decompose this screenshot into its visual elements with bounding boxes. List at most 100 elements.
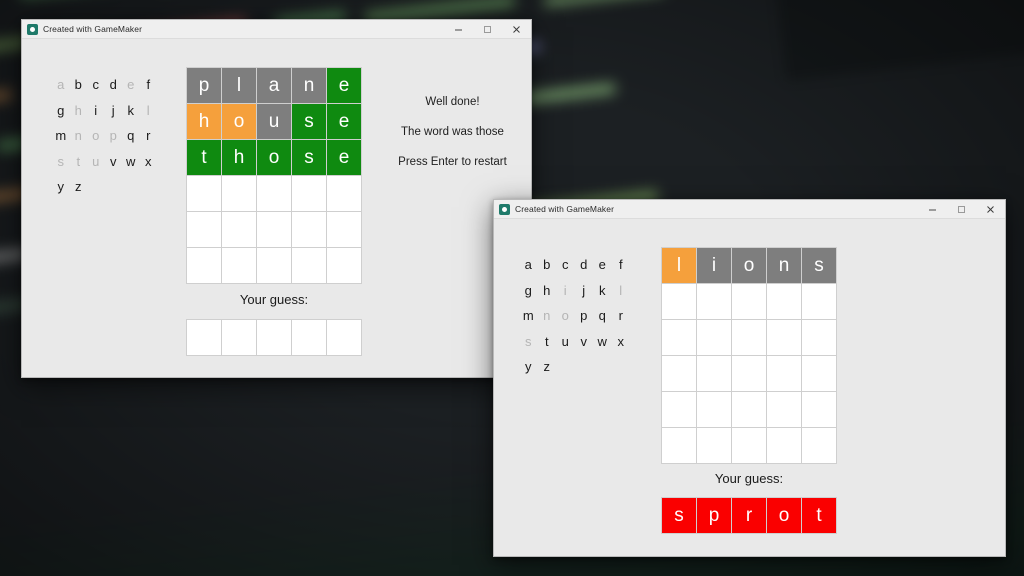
guess-tile-empty[interactable] xyxy=(187,320,221,355)
game-window-1[interactable]: Created with GameMaker abcdefghijklmnopq… xyxy=(21,19,532,378)
letter-tile-empty xyxy=(292,212,326,247)
alphabet-letter-t: t xyxy=(544,333,549,349)
guess-tile-empty[interactable] xyxy=(292,320,326,355)
alphabet-letter-s: s xyxy=(525,333,532,349)
alphabet-letter-f: f xyxy=(618,257,623,273)
alphabet-letter-z: z xyxy=(543,359,551,375)
letter-tile-empty xyxy=(732,320,766,355)
letter-tile-empty xyxy=(732,392,766,427)
letter-tile-absent: s xyxy=(802,248,836,283)
window1-title: Created with GameMaker xyxy=(43,24,143,34)
window1-alphabet: abcdefghijklmnopqrstuvwxyz xyxy=(52,72,157,200)
guess-tile-invalid[interactable]: r xyxy=(732,498,766,533)
letter-tile-correct: e xyxy=(327,104,361,139)
alphabet-letter-f: f xyxy=(146,77,151,93)
alphabet-letter-c: c xyxy=(562,257,569,273)
letter-tile-empty xyxy=(257,176,291,211)
letter-tile-empty xyxy=(767,320,801,355)
window1-close-button[interactable] xyxy=(502,20,531,38)
alphabet-letter-z: z xyxy=(75,179,82,195)
alphabet-letter-r: r xyxy=(618,308,623,324)
letter-tile-empty xyxy=(767,356,801,391)
letter-tile-absent: p xyxy=(187,68,221,103)
letter-tile-empty xyxy=(327,212,361,247)
word-grid-row xyxy=(662,356,836,391)
message-line-2: The word was those xyxy=(401,126,504,138)
guess-tile-empty[interactable] xyxy=(257,320,291,355)
alphabet-letter-i: i xyxy=(94,102,98,118)
guess-row[interactable] xyxy=(187,320,361,355)
letter-tile-empty xyxy=(802,284,836,319)
window2-titlebar[interactable]: Created with GameMaker xyxy=(494,200,1005,219)
alphabet-letter-r: r xyxy=(146,128,151,144)
letter-tile-absent: i xyxy=(697,248,731,283)
alphabet-letter-n: n xyxy=(74,128,82,144)
window2-body: abcdefghijklmnopqrstuvwxyz lions Your gu… xyxy=(494,219,1005,556)
alphabet-letter-q: q xyxy=(127,128,135,144)
letter-tile-absent: n xyxy=(767,248,801,283)
window1-maximize-button[interactable] xyxy=(473,20,502,38)
alphabet-letter-v: v xyxy=(110,153,117,169)
window2-maximize-button[interactable] xyxy=(947,200,976,218)
letter-tile-empty xyxy=(662,320,696,355)
gamemaker-icon xyxy=(499,203,510,215)
letter-tile-present: h xyxy=(187,104,221,139)
window1-body: abcdefghijklmnopqrstuvwxyz planehousetho… xyxy=(22,39,531,377)
letter-tile-empty xyxy=(292,176,326,211)
alphabet-letter-l: l xyxy=(619,282,623,298)
code-line xyxy=(0,89,13,110)
letter-tile-empty xyxy=(697,392,731,427)
alphabet-letter-a: a xyxy=(524,257,532,273)
alphabet-letter-o: o xyxy=(92,128,100,144)
letter-tile-empty xyxy=(732,284,766,319)
letter-tile-present: o xyxy=(222,104,256,139)
letter-tile-absent: a xyxy=(257,68,291,103)
letter-tile-empty xyxy=(257,212,291,247)
alphabet-letter-l: l xyxy=(146,102,150,118)
window2-guess-row[interactable]: sprot xyxy=(661,497,837,534)
window2-title: Created with GameMaker xyxy=(515,204,615,214)
alphabet-letter-x: x xyxy=(617,333,625,349)
letter-tile-empty xyxy=(662,392,696,427)
window2-close-button[interactable] xyxy=(976,200,1005,218)
alphabet-letter-m: m xyxy=(55,128,67,144)
alphabet-letter-g: g xyxy=(57,102,65,118)
window1-guess-row[interactable] xyxy=(186,319,362,356)
guess-tile-invalid[interactable]: p xyxy=(697,498,731,533)
alphabet-letter-y: y xyxy=(57,179,65,195)
letter-tile-correct: s xyxy=(292,104,326,139)
window1-messages: Well done! The word was those Press Ente… xyxy=(380,87,525,177)
alphabet-letter-k: k xyxy=(599,282,606,298)
window1-minimize-button[interactable] xyxy=(444,20,473,38)
alphabet-letter-e: e xyxy=(127,77,135,93)
alphabet-letter-h: h xyxy=(543,282,551,298)
guess-tile-invalid[interactable]: s xyxy=(662,498,696,533)
game-window-2[interactable]: Created with GameMaker abcdefghijklmnopq… xyxy=(493,199,1006,557)
guess-tile-invalid[interactable]: o xyxy=(767,498,801,533)
word-grid-row: those xyxy=(187,140,361,175)
window2-minimize-button[interactable] xyxy=(918,200,947,218)
alphabet-letter-o: o xyxy=(561,308,569,324)
letter-tile-absent: o xyxy=(732,248,766,283)
alphabet-row: ghijkl xyxy=(52,98,157,124)
letter-tile-absent: u xyxy=(257,104,291,139)
guess-tile-invalid[interactable]: t xyxy=(802,498,836,533)
code-line xyxy=(544,0,665,6)
letter-tile-absent: l xyxy=(222,68,256,103)
letter-tile-empty xyxy=(222,212,256,247)
alphabet-letter-w: w xyxy=(597,333,607,349)
guess-tile-empty[interactable] xyxy=(327,320,361,355)
letter-tile-empty xyxy=(257,248,291,283)
guess-tile-empty[interactable] xyxy=(222,320,256,355)
word-grid-row xyxy=(662,320,836,355)
alphabet-letter-y: y xyxy=(525,359,532,375)
alphabet-letter-t: t xyxy=(76,153,81,169)
window1-titlebar[interactable]: Created with GameMaker xyxy=(22,20,531,39)
alphabet-letter-x: x xyxy=(145,153,152,169)
word-grid-row xyxy=(187,248,361,283)
alphabet-letter-b: b xyxy=(543,257,551,273)
message-line-3: Press Enter to restart xyxy=(398,156,507,168)
word-grid-row xyxy=(662,284,836,319)
guess-row[interactable]: sprot xyxy=(662,498,836,533)
letter-tile-empty xyxy=(662,284,696,319)
